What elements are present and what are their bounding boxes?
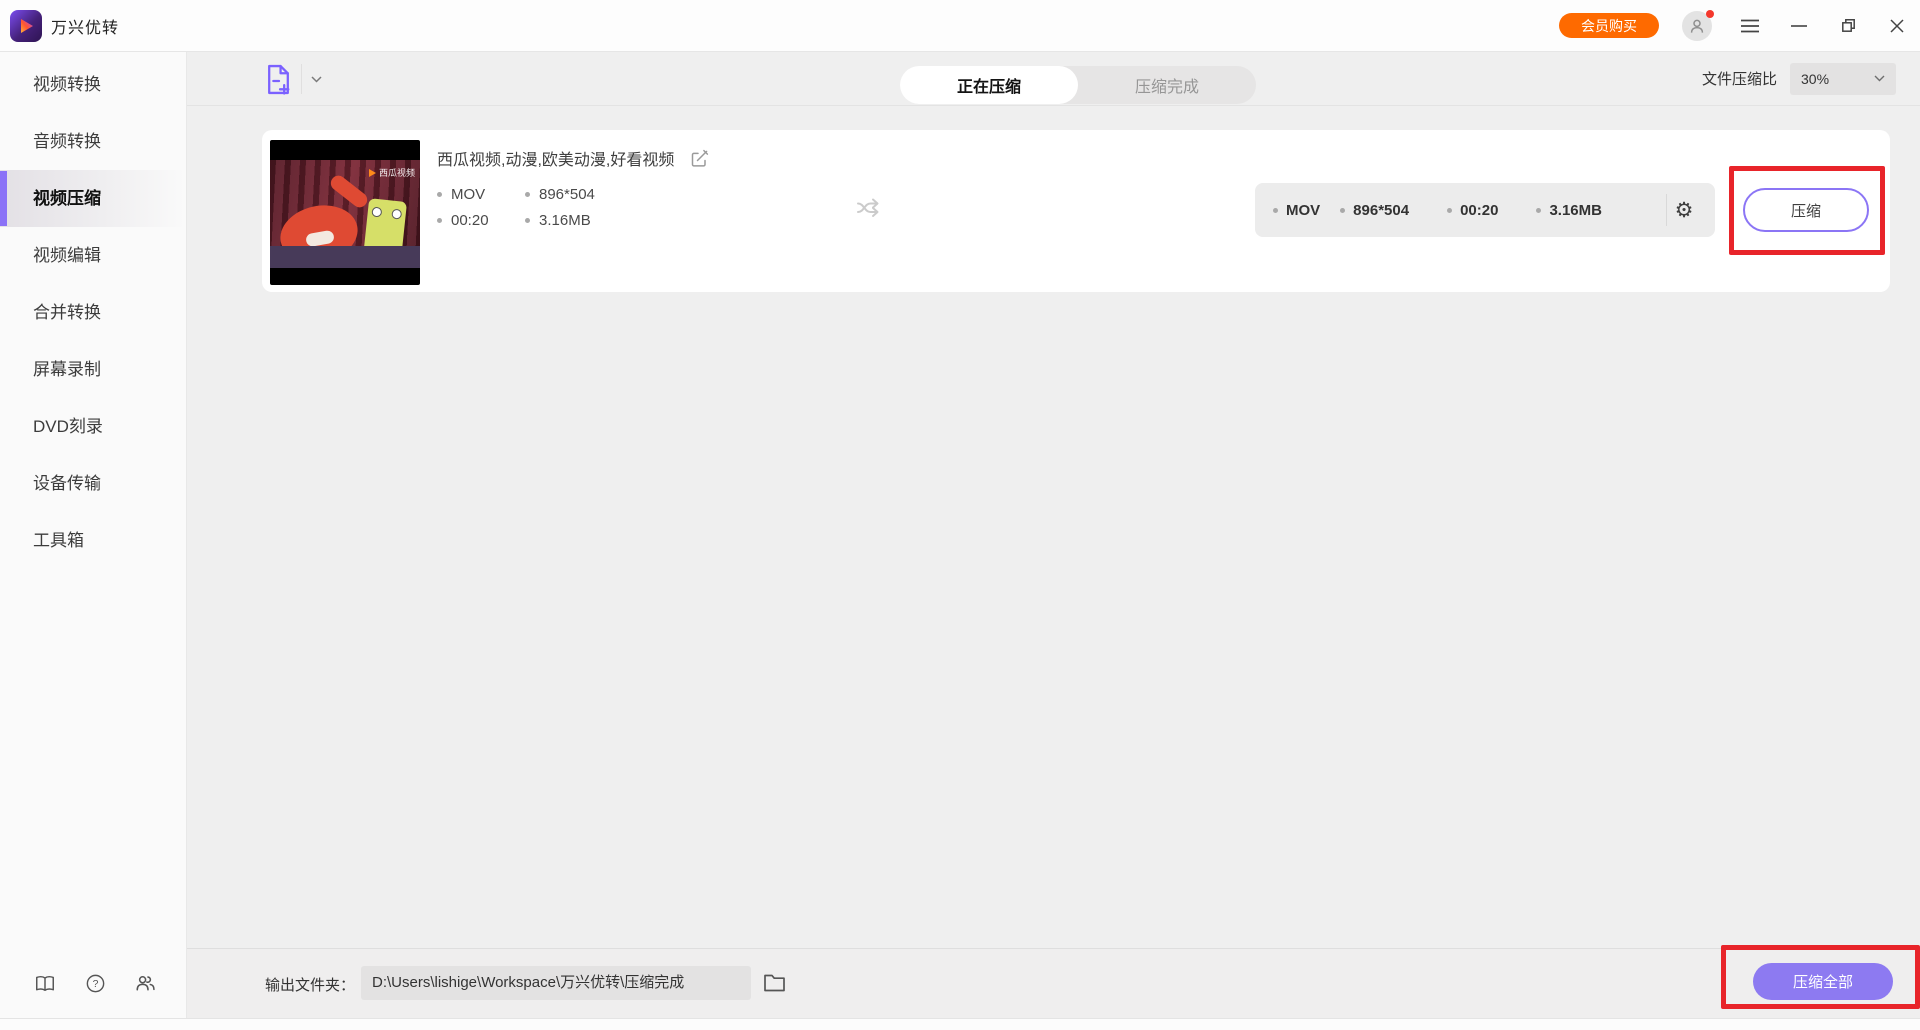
- sidebar-item-video-compress[interactable]: 视频压缩: [0, 170, 186, 227]
- output-resolution: 896*504: [1340, 202, 1409, 219]
- watermark-play-icon: [368, 168, 376, 177]
- svg-text:?: ?: [92, 978, 98, 990]
- source-size: 3.16MB: [525, 212, 665, 229]
- sidebar-item-label: 音频转换: [33, 132, 101, 151]
- close-icon: [1890, 18, 1904, 33]
- user-avatar[interactable]: [1682, 9, 1714, 41]
- output-format: MOV: [1273, 202, 1320, 219]
- output-size: 3.16MB: [1536, 202, 1602, 219]
- sidebar-item-dvd-burn[interactable]: DVD刻录: [0, 398, 186, 455]
- sidebar-item-label: 视频编辑: [33, 246, 101, 265]
- sidebar-nav: 视频转换 音频转换 视频压缩 视频编辑 合并转换 屏幕录制 DVD刻录 设备传输…: [0, 52, 186, 569]
- chevron-down-icon: [1874, 75, 1885, 82]
- bullet-icon: [525, 218, 530, 223]
- sidebar-item-label: 工具箱: [33, 531, 84, 550]
- window-edge-strip: [0, 1018, 1920, 1030]
- compression-ratio-select[interactable]: 30%: [1790, 62, 1896, 95]
- sidebar-item-label: 合并转换: [33, 303, 101, 322]
- menu-button[interactable]: [1739, 15, 1761, 37]
- file-title-row: 西瓜视频,动漫,欧美动漫,好看视频: [437, 146, 709, 170]
- book-icon: [36, 975, 54, 991]
- membership-buy-button[interactable]: 会员购买: [1559, 13, 1659, 38]
- file-title: 西瓜视频,动漫,欧美动漫,好看视频: [437, 152, 675, 169]
- compression-ratio-group: 文件压缩比 30%: [1702, 52, 1896, 105]
- sidebar-item-video-convert[interactable]: 视频转换: [0, 56, 186, 113]
- tab-compressing[interactable]: 正在压缩: [900, 66, 1078, 104]
- app-window: 万兴优转 会员购买 视频转换 音频转换 视频压缩 视频编辑 合并转换 屏幕录制 …: [0, 0, 1920, 1030]
- file-card: 西瓜视频 西瓜视频,动漫,欧美动漫,好看视频 MOV 896*504 00:20…: [262, 130, 1890, 292]
- hamburger-icon: [1741, 19, 1759, 32]
- restore-icon: [1841, 19, 1855, 32]
- compress-all-button[interactable]: 压缩全部: [1753, 963, 1893, 1000]
- thumbnail-deck-shape: [270, 246, 420, 268]
- source-resolution: 896*504: [525, 186, 665, 203]
- video-thumbnail[interactable]: 西瓜视频: [270, 140, 420, 285]
- output-settings-bar: MOV 896*504 00:20 3.16MB ⚙: [1255, 183, 1715, 237]
- community-button[interactable]: [133, 971, 157, 995]
- output-folder-label: 输出文件夹：: [265, 976, 356, 994]
- main-header: 正在压缩 压缩完成 文件压缩比 30%: [187, 52, 1920, 106]
- thumbnail-eye-shape: [391, 208, 403, 220]
- edit-icon[interactable]: [690, 149, 709, 168]
- divider: [301, 64, 302, 94]
- users-icon: [135, 976, 155, 991]
- tab-completed[interactable]: 压缩完成: [1078, 66, 1256, 104]
- title-bar: 万兴优转 会员购买: [0, 0, 1920, 52]
- compression-ratio-value: 30%: [1801, 70, 1830, 87]
- compress-button[interactable]: 压缩: [1743, 188, 1869, 232]
- output-path-field[interactable]: D:\Users\lishige\Workspace\万兴优转\压缩完成: [361, 966, 751, 1000]
- sidebar-item-label: 设备传输: [33, 474, 101, 493]
- sidebar-footer: ?: [33, 971, 157, 995]
- output-duration: 00:20: [1447, 202, 1498, 219]
- shuffle-icon: [857, 198, 879, 217]
- thumbnail-claw-shape: [327, 172, 371, 211]
- sidebar-item-device-transfer[interactable]: 设备传输: [0, 455, 186, 512]
- bullet-icon: [437, 192, 442, 197]
- thumbnail-eye-shape: [371, 206, 383, 218]
- guide-button[interactable]: [33, 971, 57, 995]
- sidebar: 视频转换 音频转换 视频压缩 视频编辑 合并转换 屏幕录制 DVD刻录 设备传输…: [0, 52, 187, 1018]
- question-icon: ?: [86, 974, 104, 992]
- sidebar-item-label: DVD刻录: [33, 417, 103, 436]
- sidebar-item-audio-convert[interactable]: 音频转换: [0, 113, 186, 170]
- bullet-icon: [1273, 207, 1278, 213]
- source-format: MOV: [437, 186, 525, 203]
- sidebar-item-video-edit[interactable]: 视频编辑: [0, 227, 186, 284]
- thumbnail-art: 西瓜视频: [270, 160, 420, 270]
- folder-icon: [764, 974, 785, 992]
- source-duration: 00:20: [437, 212, 525, 229]
- sidebar-item-label: 视频压缩: [33, 189, 101, 208]
- close-button[interactable]: [1886, 15, 1908, 37]
- sidebar-item-label: 屏幕录制: [33, 360, 101, 379]
- add-file-button[interactable]: [265, 60, 322, 98]
- sidebar-item-label: 视频转换: [33, 75, 101, 94]
- watermark-text: 西瓜视频: [378, 168, 415, 178]
- restore-button[interactable]: [1837, 15, 1859, 37]
- bullet-icon: [1536, 207, 1542, 213]
- bullet-icon: [525, 192, 530, 197]
- status-tabs: 正在压缩 压缩完成: [900, 66, 1256, 104]
- open-folder-button[interactable]: [763, 973, 786, 993]
- app-title: 万兴优转: [51, 19, 120, 37]
- bullet-icon: [437, 218, 442, 223]
- person-icon: [1690, 19, 1704, 33]
- source-meta: MOV 896*504 00:20 3.16MB: [437, 186, 665, 229]
- bullet-icon: [1447, 207, 1453, 213]
- app-logo-icon: [10, 9, 42, 42]
- minimize-icon: [1791, 24, 1807, 27]
- chevron-down-icon: [311, 75, 322, 83]
- minimize-button[interactable]: [1788, 15, 1810, 37]
- help-button[interactable]: ?: [83, 971, 107, 995]
- bottom-bar: 输出文件夹： D:\Users\lishige\Workspace\万兴优转\压…: [187, 948, 1920, 1018]
- add-file-icon: [268, 64, 290, 95]
- bullet-icon: [1340, 207, 1346, 213]
- notification-badge: [1706, 9, 1714, 18]
- watermark: 西瓜视频: [368, 166, 415, 179]
- sidebar-item-toolbox[interactable]: 工具箱: [0, 512, 186, 569]
- compression-ratio-label: 文件压缩比: [1701, 71, 1777, 88]
- gear-icon[interactable]: ⚙: [1667, 198, 1701, 222]
- sidebar-item-merge-convert[interactable]: 合并转换: [0, 284, 186, 341]
- sidebar-item-screen-record[interactable]: 屏幕录制: [0, 341, 186, 398]
